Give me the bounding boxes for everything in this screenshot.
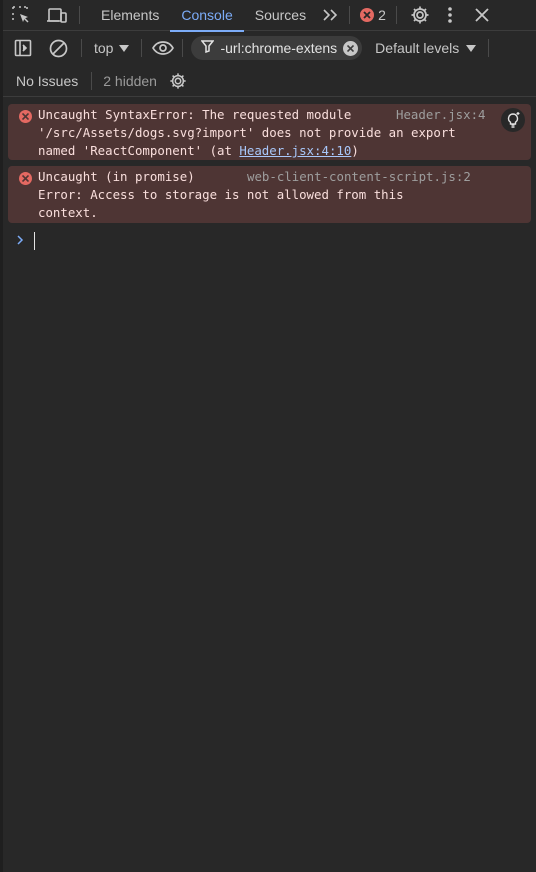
devtools-tabbar: Elements Console Sources 2 xyxy=(3,0,536,32)
divider xyxy=(81,39,82,57)
error-icon xyxy=(19,110,32,123)
error-icon xyxy=(360,8,375,22)
device-toolbar-icon[interactable] xyxy=(39,0,75,31)
issues-link[interactable]: No Issues xyxy=(16,73,78,89)
log-levels-dropdown[interactable]: Default levels xyxy=(375,40,477,56)
divider xyxy=(488,39,490,57)
source-link[interactable]: web-client-content-script.js:2 xyxy=(247,168,471,186)
live-expression-eye-icon[interactable] xyxy=(146,31,180,65)
source-link[interactable]: Header.jsx:4 xyxy=(396,106,486,124)
message-line: '/src/Assets/dogs.svg?import' does not p… xyxy=(38,125,456,140)
message-line: context. xyxy=(38,205,98,220)
issues-bar: No Issues 2 hidden xyxy=(3,65,536,97)
filter-text: -url:chrome-extens xyxy=(220,40,338,56)
error-icon xyxy=(19,172,32,185)
dropdown-arrow-icon xyxy=(119,40,130,56)
clear-filter-icon[interactable] xyxy=(343,40,359,56)
error-count: 2 xyxy=(378,7,386,23)
console-error-message: Uncaught SyntaxError: The requested modu… xyxy=(8,104,531,160)
console-settings-gear-icon[interactable] xyxy=(163,65,193,97)
tab-elements[interactable]: Elements xyxy=(90,0,170,31)
divider xyxy=(349,6,351,24)
message-line: named 'ReactComponent' (at Header.jsx:4:… xyxy=(38,142,359,160)
panel-edge xyxy=(0,0,3,872)
console-error-message: Uncaught (in promise) web-client-content… xyxy=(8,166,531,223)
inline-source-link[interactable]: Header.jsx:4:10 xyxy=(239,143,351,158)
divider xyxy=(395,6,397,24)
message-line: Uncaught SyntaxError: The requested modu… xyxy=(38,107,352,122)
text-cursor xyxy=(34,232,35,250)
understand-message-lightbulb-icon[interactable] xyxy=(501,108,525,132)
close-icon[interactable] xyxy=(465,0,499,31)
filter-input[interactable]: -url:chrome-extens xyxy=(191,36,363,60)
tab-sources[interactable]: Sources xyxy=(244,0,317,31)
levels-label: Default levels xyxy=(375,40,460,56)
divider xyxy=(182,39,184,57)
sidebar-toggle-icon[interactable] xyxy=(3,31,43,65)
inspect-element-icon[interactable] xyxy=(3,0,39,31)
divider xyxy=(79,6,80,24)
prompt-chevron-icon xyxy=(17,232,24,250)
console-prompt[interactable] xyxy=(17,232,35,250)
message-line: Uncaught (in promise) xyxy=(38,169,195,184)
context-label: top xyxy=(94,40,114,56)
console-toolbar: top -url:chrome-extens Default levels xyxy=(3,31,536,65)
divider xyxy=(141,39,143,57)
context-selector[interactable]: top xyxy=(94,40,130,56)
error-counter[interactable]: 2 xyxy=(360,7,386,23)
tab-console[interactable]: Console xyxy=(170,0,245,32)
message-text: ) xyxy=(351,143,359,158)
dropdown-arrow-icon xyxy=(466,40,477,56)
divider xyxy=(91,71,93,90)
clear-console-icon[interactable] xyxy=(43,31,73,65)
hidden-count: 2 hidden xyxy=(103,72,157,89)
settings-gear-icon[interactable] xyxy=(405,0,435,31)
message-text: named 'ReactComponent' (at xyxy=(38,143,240,158)
filter-funnel-icon xyxy=(200,40,216,56)
message-line: Error: Access to storage is not allowed … xyxy=(38,187,404,202)
kebab-menu-icon[interactable] xyxy=(435,0,465,31)
more-tabs-icon[interactable] xyxy=(317,0,343,31)
